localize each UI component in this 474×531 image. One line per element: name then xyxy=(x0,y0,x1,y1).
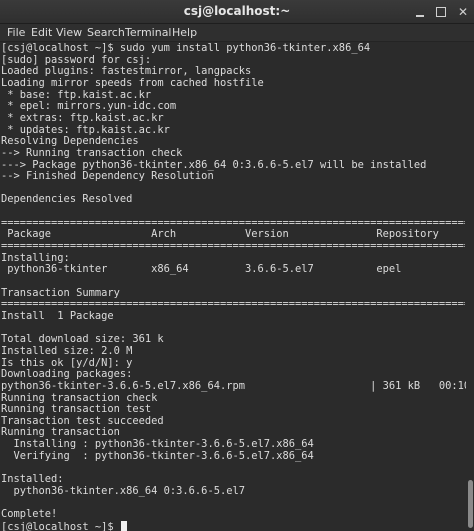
window-title: csj@localhost:~ xyxy=(183,4,291,18)
terminal-line: Dependencies Resolved xyxy=(1,193,133,206)
close-button[interactable]: ✕ xyxy=(454,3,472,21)
minimize-button[interactable] xyxy=(411,3,429,21)
terminal-line: Install 1 Package xyxy=(1,309,114,322)
terminal-line: python36-tkinter x86_64 3.6.6-5.el7 epel… xyxy=(1,263,466,276)
menu-terminal[interactable]: Terminal xyxy=(125,26,172,39)
terminal-window: csj@localhost:~ ✕ File Edit View Search … xyxy=(0,0,474,531)
scrollbar[interactable] xyxy=(466,42,474,531)
terminal-line: Package Arch Version Repository Size xyxy=(1,228,466,241)
title-bar[interactable]: csj@localhost:~ ✕ xyxy=(0,0,474,24)
menu-help[interactable]: Help xyxy=(172,26,197,39)
close-icon: ✕ xyxy=(457,5,469,19)
menu-file[interactable]: File xyxy=(7,26,25,39)
scrollbar-thumb[interactable] xyxy=(468,480,473,528)
menu-edit[interactable]: Edit xyxy=(31,26,52,39)
menu-view[interactable]: View xyxy=(56,26,82,39)
terminal-line: Verifying : python36-tkinter-3.6.6-5.el7… xyxy=(1,449,466,462)
terminal-output[interactable]: [csj@localhost ~]$ sudo yum install pyth… xyxy=(0,42,466,531)
terminal-line: python36-tkinter.x86_64 0:3.6.6-5.el7 xyxy=(1,484,245,497)
menu-bar: File Edit View Search Terminal Help xyxy=(0,24,474,42)
terminal-line: ========================================… xyxy=(1,241,465,253)
maximize-icon xyxy=(436,7,446,17)
minimize-icon xyxy=(416,15,424,17)
menu-search[interactable]: Search xyxy=(87,26,125,39)
terminal-line: Transaction Summary xyxy=(1,286,120,299)
text-cursor xyxy=(120,520,127,531)
terminal-line: --> Finished Dependency Resolution xyxy=(1,170,214,183)
maximize-button[interactable] xyxy=(432,3,450,21)
terminal-line: [csj@localhost ~]$ xyxy=(1,520,127,531)
terminal-line: Complete! xyxy=(1,508,58,520)
